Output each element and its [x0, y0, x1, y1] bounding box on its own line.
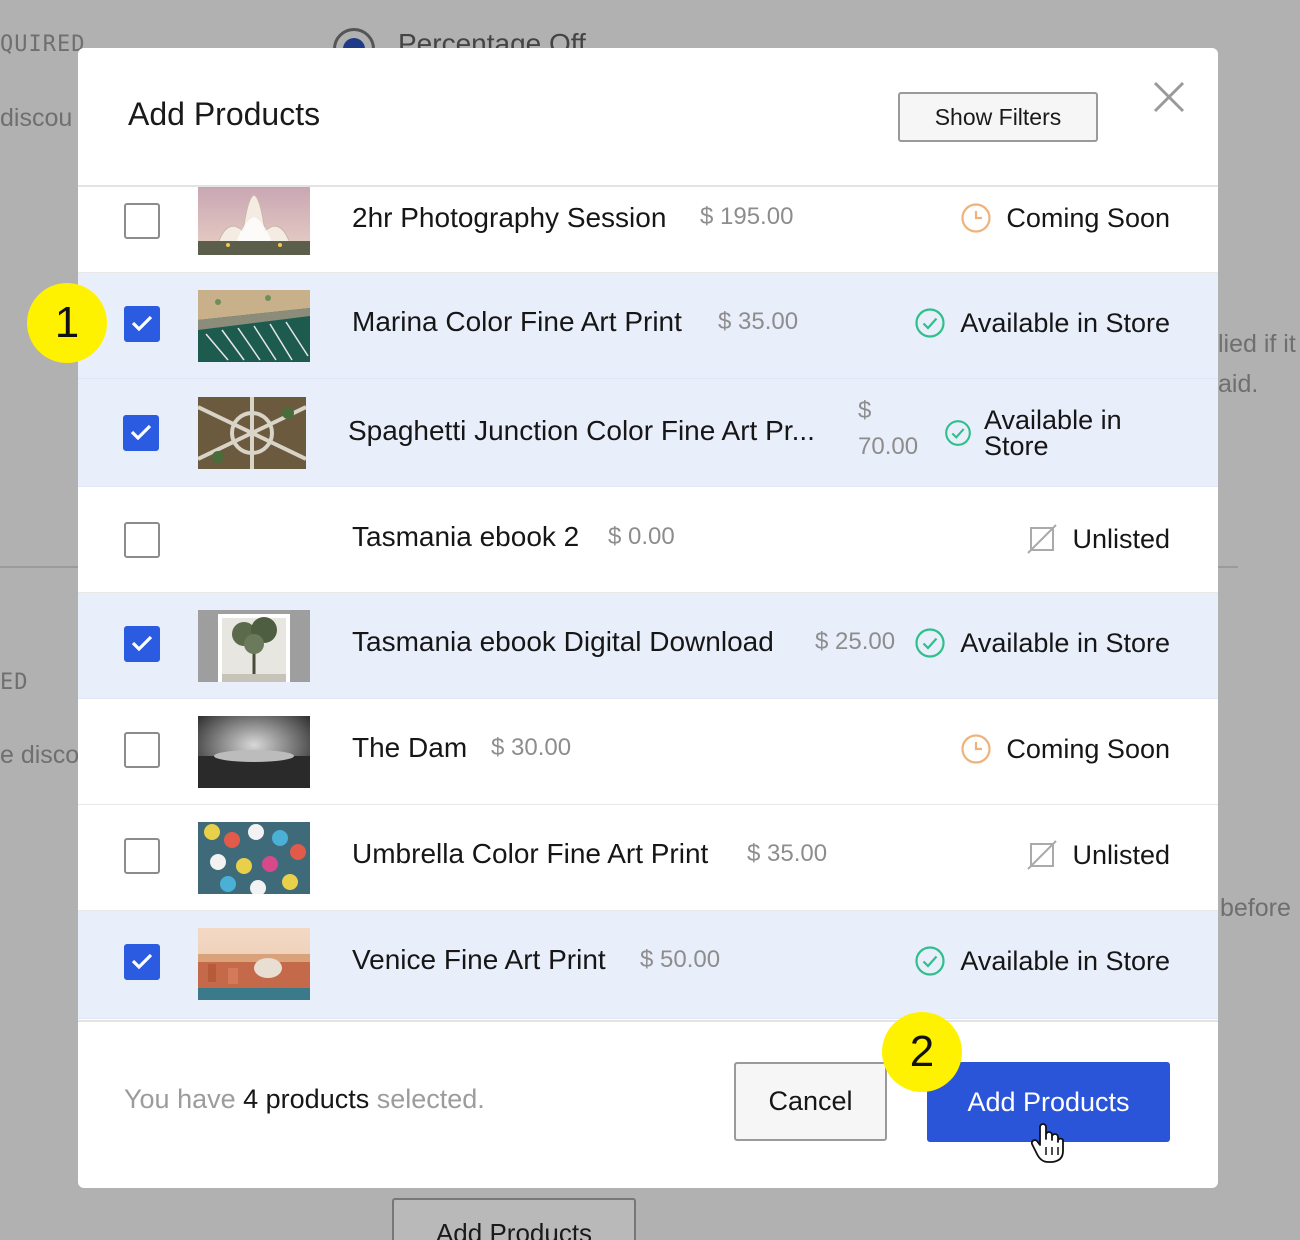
- close-icon[interactable]: [1152, 80, 1186, 114]
- checkmark-icon: [130, 424, 152, 441]
- status-label: Available in: [984, 405, 1122, 435]
- product-checkbox[interactable]: [124, 732, 160, 768]
- background-discount-text-2: e disco: [0, 741, 80, 769]
- check-circle-icon: [945, 420, 971, 446]
- status-label-wrap: Available in Store: [984, 405, 1122, 461]
- background-divider-right: [1218, 566, 1238, 568]
- modal-title: Add Products: [128, 96, 321, 132]
- check-circle-icon: [915, 628, 945, 658]
- product-thumbnail-marina: [198, 290, 310, 362]
- product-price: $ 195.00: [700, 203, 794, 230]
- status-label: Available in Store: [960, 627, 1170, 658]
- selection-count: 4 products: [243, 1084, 370, 1114]
- product-list: 2hr Photography Session $ 195.00 Coming …: [78, 187, 1218, 1020]
- checkmark-icon: [131, 315, 153, 332]
- product-thumbnail-junction: [198, 397, 306, 469]
- status-label: Coming Soon: [1006, 733, 1170, 764]
- status-label-line2: Store: [984, 431, 1049, 461]
- product-price: $ 25.00: [815, 628, 896, 655]
- product-row[interactable]: Venice Fine Art Print $ 50.00 Available …: [78, 911, 1218, 1019]
- product-price: $ 30.00: [491, 734, 572, 761]
- product-name: Tasmania ebook 2: [352, 521, 580, 552]
- background-applied-text-2: aid.: [1218, 370, 1259, 398]
- product-price: $ 35.00: [747, 840, 828, 867]
- product-status: Available in Store: [944, 403, 1122, 463]
- product-name: Tasmania ebook Digital Download: [352, 626, 774, 657]
- product-status: Coming Soon: [960, 732, 1170, 766]
- clock-icon: [961, 734, 991, 764]
- product-row[interactable]: Marina Color Fine Art Print $ 35.00 Avai…: [78, 273, 1218, 379]
- checkmark-icon: [131, 953, 153, 970]
- background-required-label: QUIRED: [0, 32, 86, 57]
- background-discount-text: discou: [0, 104, 73, 132]
- product-checkbox[interactable]: [123, 415, 159, 451]
- background-add-products-button: Add Products: [392, 1198, 636, 1240]
- product-price: $ 35.00: [718, 308, 799, 335]
- product-name: 2hr Photography Session: [352, 202, 667, 233]
- product-status: Available in Store: [914, 626, 1170, 660]
- product-name: Spaghetti Junction Color Fine Art Pr...: [348, 415, 815, 446]
- step-2-callout: 2: [882, 1012, 962, 1092]
- hand-cursor-icon: [1030, 1123, 1064, 1163]
- product-checkbox[interactable]: [124, 626, 160, 662]
- background-ed-label: ED: [0, 670, 29, 695]
- background-applied-text: lied if it: [1218, 330, 1296, 358]
- clock-icon: [961, 203, 991, 233]
- check-circle-icon: [915, 946, 945, 976]
- unlisted-icon: [1027, 524, 1058, 554]
- product-row[interactable]: Umbrella Color Fine Art Print $ 35.00 Un…: [78, 805, 1218, 911]
- cancel-button[interactable]: Cancel: [734, 1062, 887, 1141]
- status-label: Available in Store: [960, 307, 1170, 338]
- product-checkbox[interactable]: [124, 306, 160, 342]
- product-name: Umbrella Color Fine Art Print: [352, 838, 709, 869]
- unlisted-icon: [1027, 840, 1058, 870]
- check-circle-icon: [915, 308, 945, 338]
- product-name: Venice Fine Art Print: [352, 944, 606, 975]
- show-filters-button[interactable]: Show Filters: [898, 92, 1098, 142]
- product-thumbnail-venice: [198, 928, 310, 1000]
- product-price: $ 0.00: [608, 523, 675, 550]
- product-status: Unlisted: [1026, 838, 1170, 872]
- add-products-modal: Add Products Show Filters 2hr Photograph…: [78, 48, 1218, 1188]
- product-status: Available in Store: [914, 306, 1170, 340]
- product-checkbox[interactable]: [124, 944, 160, 980]
- product-price-currency: $: [858, 397, 872, 424]
- status-label: Available in Store: [960, 945, 1170, 976]
- status-label: Unlisted: [1072, 523, 1170, 554]
- background-divider: [0, 566, 78, 568]
- background-before-text: before: [1220, 894, 1291, 922]
- product-thumbnail-lotus-temple: [198, 187, 310, 255]
- product-row[interactable]: 2hr Photography Session $ 195.00 Coming …: [78, 187, 1218, 273]
- product-thumbnail-umbrella: [198, 822, 310, 894]
- status-label: Unlisted: [1072, 839, 1170, 870]
- selection-suffix: selected.: [376, 1084, 485, 1114]
- product-price: 70.00: [858, 433, 919, 460]
- product-row[interactable]: Spaghetti Junction Color Fine Art Pr... …: [78, 379, 1218, 487]
- product-checkbox[interactable]: [124, 203, 160, 239]
- product-price: $ 50.00: [640, 946, 721, 973]
- selection-prefix: You have: [124, 1084, 236, 1114]
- product-row[interactable]: Tasmania ebook Digital Download $ 25.00 …: [78, 593, 1218, 699]
- product-thumbnail-dam: [198, 716, 310, 788]
- modal-header: Add Products Show Filters: [78, 48, 1218, 187]
- product-thumbnail-tree: [198, 610, 310, 682]
- product-checkbox[interactable]: [124, 522, 160, 558]
- product-checkbox[interactable]: [124, 838, 160, 874]
- product-status: Available in Store: [914, 944, 1170, 978]
- status-label: Coming Soon: [1006, 202, 1170, 233]
- product-name: The Dam: [352, 732, 468, 763]
- step-1-callout: 1: [27, 283, 107, 363]
- product-row[interactable]: Tasmania ebook 2 $ 0.00 Unlisted: [78, 487, 1218, 593]
- selection-summary: You have 4 products selected.: [124, 1084, 485, 1115]
- product-status: Unlisted: [1026, 522, 1170, 556]
- checkmark-icon: [131, 635, 153, 652]
- product-status: Coming Soon: [960, 201, 1170, 235]
- product-row[interactable]: The Dam $ 30.00 Coming Soon: [78, 699, 1218, 805]
- product-name: Marina Color Fine Art Print: [352, 306, 682, 337]
